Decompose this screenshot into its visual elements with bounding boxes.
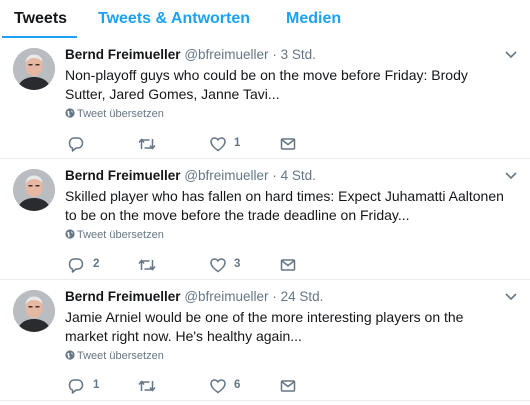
tab-media[interactable]: Medien [286,10,341,28]
tweet-actions: 1 6 [65,376,365,396]
envelope-icon [280,138,296,150]
retweet-icon [138,380,156,392]
like-count: 3 [234,258,241,270]
like-button[interactable]: 1 [209,134,249,154]
separator: · [272,168,277,183]
tab-tweets[interactable]: Tweets [1,10,78,38]
translate-link[interactable]: Tweet übersetzen [65,108,164,122]
reply-count: 1 [93,379,100,391]
separator: · [272,47,277,62]
author-name[interactable]: Bernd Freimueller [65,168,181,183]
chevron-down-icon[interactable] [503,167,519,183]
translate-link[interactable]: Tweet übersetzen [65,229,164,243]
tweet-text: Jamie Arniel would be one of the more in… [65,309,464,344]
retweet-icon [138,259,156,271]
tweet[interactable]: Bernd Freimueller @bfreimueller · 3 Std.… [0,38,530,159]
chevron-down-icon[interactable] [503,288,519,304]
tweet[interactable]: Bernd Freimueller @bfreimueller · 24 Std… [0,280,530,401]
heart-icon [210,258,226,273]
globe-icon [65,108,75,118]
author-handle[interactable]: @bfreimueller [184,47,268,62]
timestamp[interactable]: 24 Std. [281,289,324,304]
tweet-text: Non-playoff guys who could be on the mov… [65,67,468,102]
author-name[interactable]: Bernd Freimueller [65,289,181,304]
chevron-down-icon[interactable] [503,46,519,62]
reply-icon [68,258,84,273]
separator: · [272,289,277,304]
tweet[interactable]: Bernd Freimueller @bfreimueller · 4 Std.… [0,159,530,280]
translate-label: Tweet übersetzen [77,350,164,362]
heart-icon [210,137,226,152]
tweet-actions: 2 3 [65,255,365,275]
reply-button[interactable]: 2 [67,255,107,275]
timestamp[interactable]: 4 Std. [281,168,316,183]
translate-label: Tweet übersetzen [77,108,164,120]
retweet-button[interactable] [137,134,177,154]
direct-message-button[interactable] [279,376,299,396]
avatar[interactable] [13,48,55,90]
author-handle[interactable]: @bfreimueller [184,168,268,183]
globe-icon [65,350,75,360]
like-count: 1 [234,137,241,149]
avatar[interactable] [13,169,55,211]
reply-button[interactable] [67,134,107,154]
like-count: 6 [234,379,241,391]
reply-icon [68,137,84,152]
direct-message-button[interactable] [279,134,299,154]
like-button[interactable]: 6 [209,376,249,396]
reply-icon [68,379,84,394]
avatar[interactable] [13,290,55,332]
tweet-actions: 1 [65,134,365,154]
globe-icon [65,229,75,239]
translate-link[interactable]: Tweet übersetzen [65,350,164,364]
translate-label: Tweet übersetzen [77,229,164,241]
profile-tabs: Tweets Tweets & Antworten Medien [0,0,530,39]
author-name[interactable]: Bernd Freimueller [65,47,181,62]
author-handle[interactable]: @bfreimueller [184,289,268,304]
retweet-button[interactable] [137,255,177,275]
reply-count: 2 [93,258,100,270]
retweet-button[interactable] [137,376,177,396]
like-button[interactable]: 3 [209,255,249,275]
envelope-icon [280,380,296,392]
tweet-text: Skilled player who has fallen on hard ti… [65,188,504,223]
heart-icon [210,379,226,394]
tab-tweets-and-replies[interactable]: Tweets & Antworten [98,10,250,28]
reply-button[interactable]: 1 [67,376,107,396]
retweet-icon [138,138,156,150]
timestamp[interactable]: 3 Std. [281,47,316,62]
envelope-icon [280,259,296,271]
direct-message-button[interactable] [279,255,299,275]
